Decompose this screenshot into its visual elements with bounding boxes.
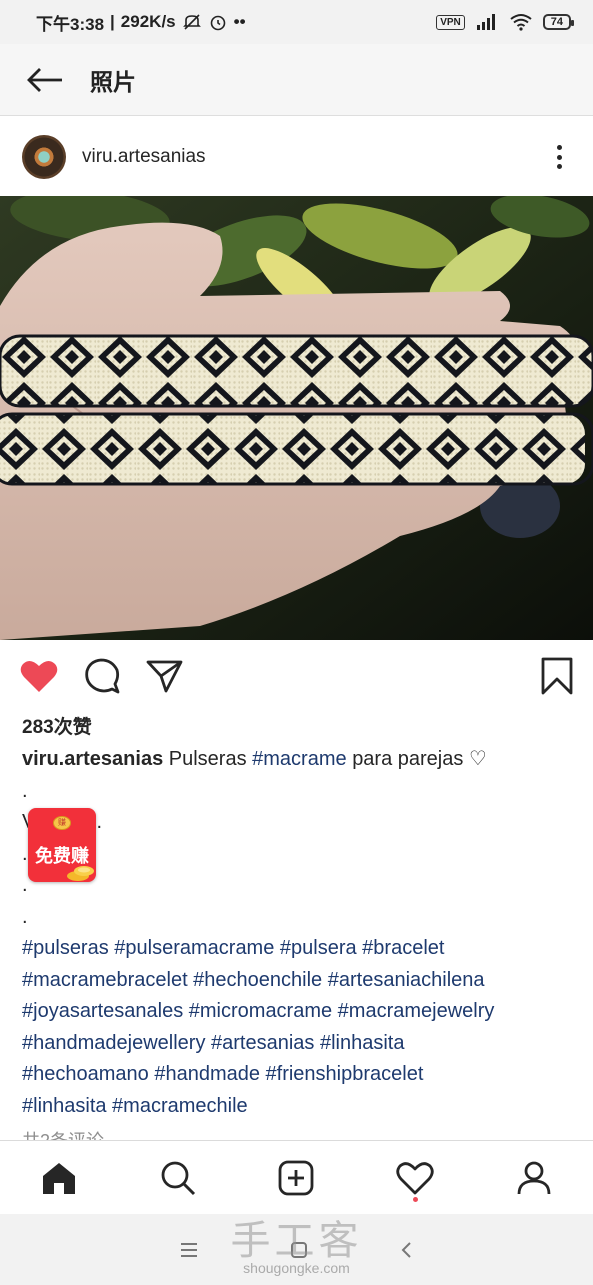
like-count[interactable]: 283次赞 — [22, 712, 92, 739]
system-navigation — [0, 1214, 593, 1285]
free-earn-badge[interactable]: 赚 免费赚 — [28, 808, 96, 882]
home-icon — [43, 1162, 76, 1194]
signal-icon — [476, 14, 495, 30]
home-square-icon[interactable] — [289, 1240, 309, 1260]
add-post-icon — [279, 1160, 314, 1195]
nav-create[interactable] — [266, 1148, 326, 1208]
nav-profile[interactable] — [504, 1148, 564, 1208]
wifi-icon — [510, 14, 532, 31]
bottom-navigation — [0, 1140, 593, 1214]
gold-coins-icon — [67, 866, 94, 881]
vpn-badge: VPN — [436, 14, 465, 30]
notification-dot — [412, 1196, 418, 1202]
more-dot-icon — [556, 154, 562, 160]
status-right: VPN 74 — [436, 13, 575, 31]
battery-indicator: 74 — [542, 14, 575, 30]
coin-icon: 赚 — [53, 816, 71, 830]
menu-icon[interactable] — [179, 1241, 199, 1259]
post-actions — [0, 648, 593, 704]
caption-dot-line: . — [22, 842, 28, 865]
search-icon — [161, 1161, 195, 1195]
page-title: 照片 — [90, 68, 136, 95]
caption-dot-line: . — [22, 905, 28, 928]
status-time: 下午3:38 — [36, 14, 105, 34]
alarm-icon — [210, 15, 225, 31]
comment-icon[interactable] — [84, 658, 120, 694]
caption-dot-line: . — [22, 874, 28, 896]
more-options-button[interactable] — [547, 142, 571, 172]
status-divider: | — [110, 12, 115, 31]
post-username[interactable]: viru.artesanias — [82, 146, 206, 168]
hashtag-line[interactable]: #joyasartesanales #micromacrame #macrame… — [22, 996, 577, 1028]
caption-hidden-line: Vas. — [22, 807, 577, 839]
caption: viru.artesanias Pulseras #macrame para p… — [22, 744, 577, 1122]
mute-icon — [182, 14, 201, 30]
back-chevron-icon[interactable] — [399, 1240, 415, 1260]
back-button[interactable] — [0, 44, 90, 116]
nav-home[interactable] — [29, 1148, 89, 1208]
share-icon[interactable] — [146, 659, 184, 693]
caption-first-line: viru.artesanias Pulseras #macrame para p… — [22, 744, 577, 776]
caption-dot-line: . — [22, 779, 28, 802]
back-arrow-icon — [27, 67, 62, 92]
more-dot-icon — [556, 164, 562, 169]
caption-hashtag[interactable]: #macrame — [252, 748, 346, 770]
hashtag-list: #pulseras #pulseramacrame #pulsera #brac… — [22, 933, 577, 1122]
nav-search[interactable] — [148, 1148, 208, 1208]
status-bar: 下午3:38 | 292K/s •• VPN 74 — [0, 0, 593, 44]
caption-text: Pulseras — [168, 748, 247, 770]
like-heart-icon[interactable] — [20, 659, 58, 693]
heart-outline-icon — [396, 1161, 434, 1194]
profile-icon — [517, 1161, 551, 1194]
hashtag-line[interactable]: #handmadejewellery #artesanias #linhasit… — [22, 1028, 577, 1060]
hashtag-line[interactable]: #linhasita #macramechile — [22, 1091, 577, 1123]
nav-activity[interactable] — [385, 1148, 445, 1208]
network-speed: 292K/s — [120, 12, 176, 31]
hashtag-line[interactable]: #hechoamano #handmade #frienshipbracelet — [22, 1059, 577, 1091]
avatar[interactable] — [22, 135, 66, 179]
post-header: viru.artesanias — [0, 124, 593, 190]
status-left: 下午3:38 | 292K/s •• — [36, 10, 246, 35]
hashtag-line[interactable]: #pulseras #pulseramacrame #pulsera #brac… — [22, 933, 577, 965]
bracelet-photo — [0, 196, 593, 640]
caption-text: para parejas ♡ — [352, 748, 487, 770]
caption-username[interactable]: viru.artesanias — [22, 748, 163, 770]
hashtag-line[interactable]: #macramebracelet #hechoenchile #artesani… — [22, 965, 577, 997]
app-bar: 照片 — [0, 44, 593, 116]
bookmark-icon[interactable] — [541, 657, 573, 695]
post-photo[interactable] — [0, 196, 593, 640]
more-notifications-icon: •• — [233, 12, 246, 31]
more-dot-icon — [556, 145, 562, 150]
